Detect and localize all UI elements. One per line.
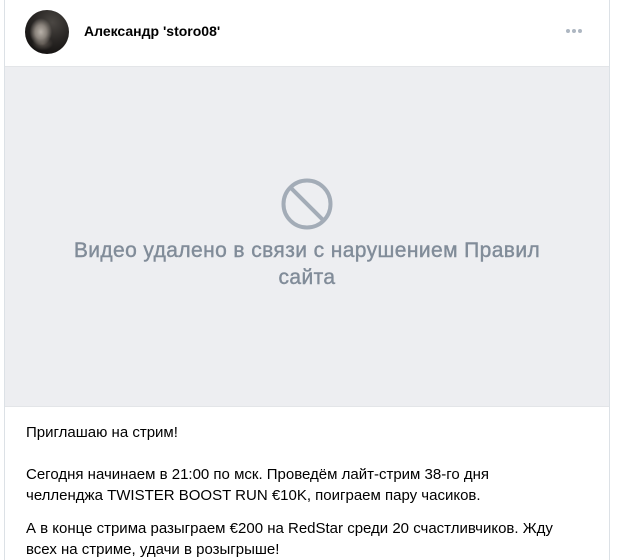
post-paragraph: Сегодня начинаем в 21:00 по мск. Проведё… — [26, 464, 588, 506]
video-removed-message: Видео удалено в связи с нарушением Прави… — [73, 239, 541, 289]
post-text: Приглашаю на стрим! Сегодня начинаем в 2… — [5, 407, 609, 560]
post-text-line: А в конце стрима разыграем €200 на RedSt… — [26, 520, 553, 537]
post-header: Александр 'storo08' — [5, 0, 609, 66]
more-options-button[interactable] — [562, 19, 586, 43]
author-avatar[interactable] — [25, 10, 69, 54]
deleted-video-placeholder: Видео удалено в связи с нарушением Прави… — [5, 66, 609, 407]
post-paragraph: А в конце стрима разыграем €200 на RedSt… — [26, 518, 588, 560]
post-text-line: Приглашаю на стрим! — [26, 424, 178, 441]
post-text-line: челленджа TWISTER BOOST RUN €10K, поигра… — [26, 487, 481, 504]
post-text-line: Сегодня начинаем в 21:00 по мск. Проведё… — [26, 466, 490, 483]
blocked-icon — [281, 178, 333, 230]
author-name-link[interactable]: Александр 'storo08' — [84, 22, 220, 40]
post-card: Александр 'storo08' Видео удалено в связ… — [4, 0, 610, 560]
more-horizontal-icon — [566, 29, 582, 33]
post-text-line: всех на стриме, удачи в розыгрыше! — [26, 541, 280, 558]
post-paragraph: Приглашаю на стрим! — [26, 422, 588, 443]
